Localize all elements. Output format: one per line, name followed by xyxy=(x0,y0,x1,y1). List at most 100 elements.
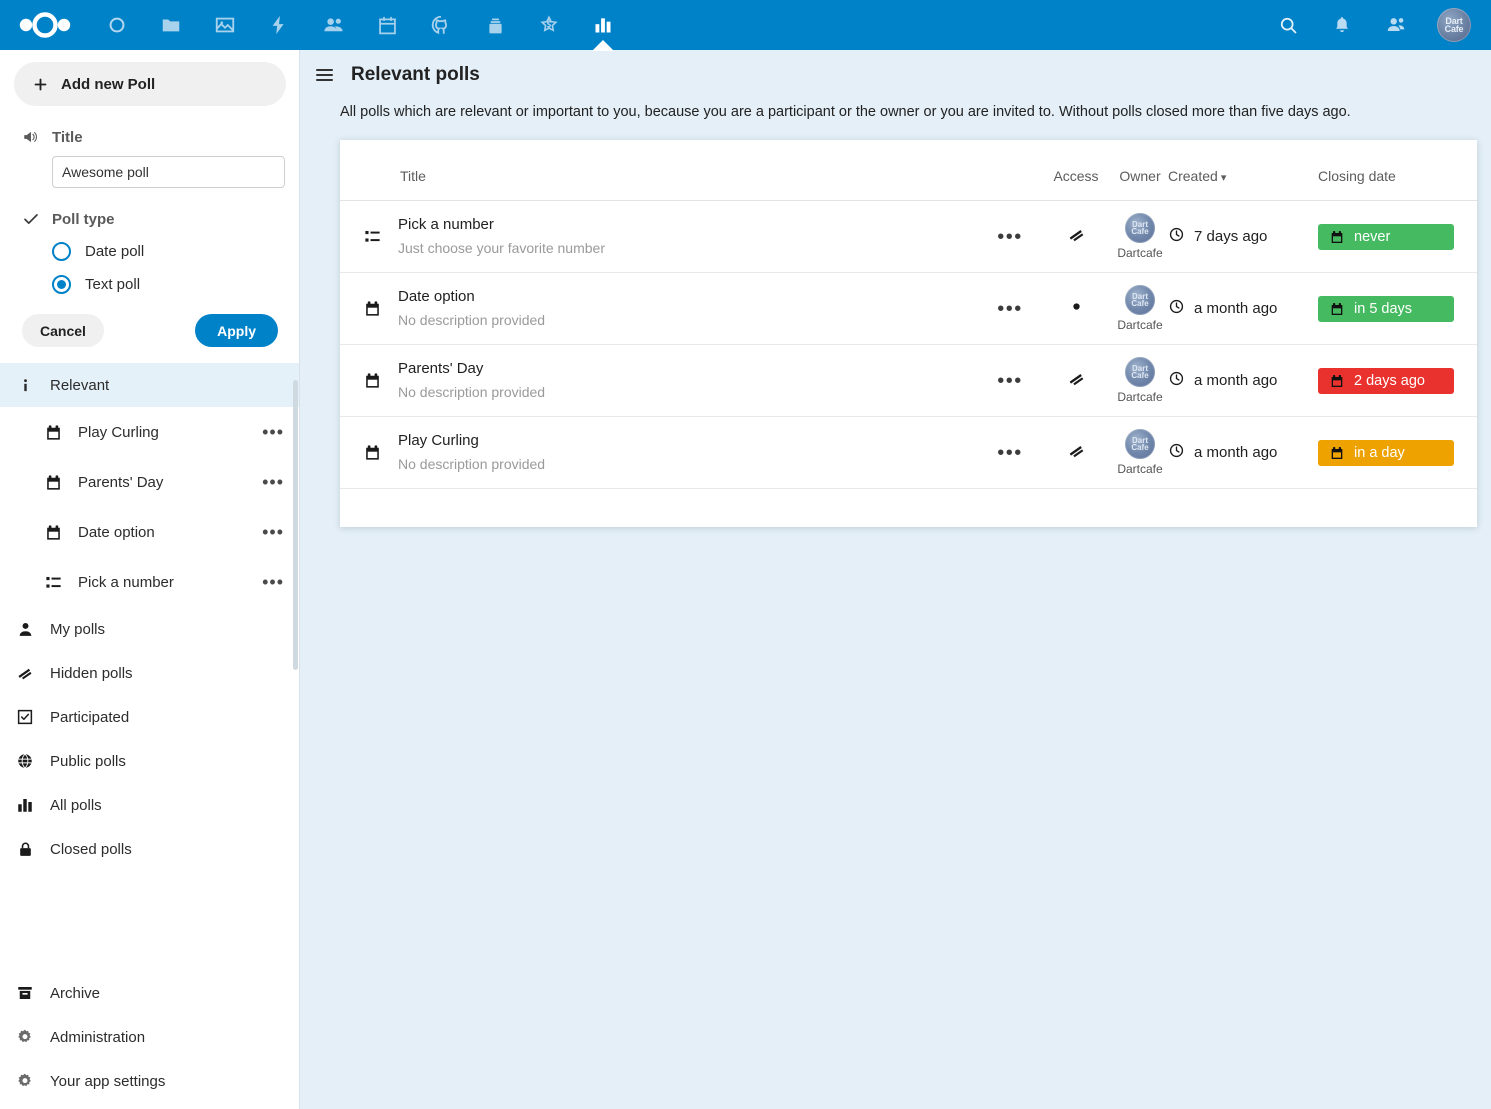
sidebar-poll-menu-button[interactable]: ••• xyxy=(262,528,284,536)
apply-button[interactable]: Apply xyxy=(195,314,278,347)
notifications-bell-icon[interactable] xyxy=(1329,12,1355,38)
poll-title: Play Curling xyxy=(398,430,545,451)
eye-off-icon xyxy=(14,663,36,683)
owner-name: Dartcafe xyxy=(1112,390,1168,404)
sidebar-item-your-app-settings[interactable]: Your app settings xyxy=(0,1059,299,1103)
sidebar-item-label: Closed polls xyxy=(50,841,300,858)
search-icon[interactable] xyxy=(1275,12,1301,38)
header-right-controls: Dart Cafe xyxy=(1275,8,1491,42)
column-header-owner[interactable]: Owner xyxy=(1112,140,1168,201)
sidebar-item-all-polls[interactable]: All polls xyxy=(0,783,300,827)
column-header-title[interactable]: Title xyxy=(340,140,980,201)
sidebar-poll-menu-button[interactable]: ••• xyxy=(262,428,284,436)
radio-date-poll[interactable]: Date poll xyxy=(52,242,278,261)
cell-title: Date option No description provided xyxy=(340,273,980,345)
gear-icon xyxy=(14,1072,36,1090)
table-row[interactable]: Play Curling No description provided ••• xyxy=(340,417,1477,489)
sidebar-item-label: Your app settings xyxy=(50,1073,299,1090)
cell-created: a month ago xyxy=(1168,417,1318,489)
sidebar-poll-play-curling[interactable]: Play Curling ••• xyxy=(0,407,300,457)
cell-access[interactable] xyxy=(1040,345,1112,417)
archive-icon xyxy=(14,984,36,1002)
cancel-button[interactable]: Cancel xyxy=(22,314,104,347)
sidebar-item-archive[interactable]: Archive xyxy=(0,971,299,1015)
column-header-created[interactable]: Created▾ xyxy=(1168,140,1318,201)
app-navigation xyxy=(90,0,630,50)
app-icon-polls[interactable] xyxy=(576,0,630,50)
title-input[interactable] xyxy=(52,156,285,188)
app-icon-files[interactable] xyxy=(144,0,198,50)
sidebar: Add new Poll Title Poll type Date poll T… xyxy=(0,50,300,1109)
calendar-icon xyxy=(1329,229,1345,245)
sidebar-poll-label: Play Curling xyxy=(78,424,248,441)
table-header-row: Title Access Owner Created▾ Closing date xyxy=(340,140,1477,201)
sidebar-poll-label: Date option xyxy=(78,524,248,541)
sidebar-item-relevant[interactable]: Relevant xyxy=(0,363,300,407)
cell-closing-date: never xyxy=(1318,201,1477,273)
avatar: Dart Cafe xyxy=(1125,429,1155,459)
column-header-access[interactable]: Access xyxy=(1040,140,1112,201)
cell-access[interactable] xyxy=(1040,273,1112,345)
avatar[interactable]: Dart Cafe xyxy=(1437,8,1471,42)
poll-description: No description provided xyxy=(398,310,545,331)
add-new-poll-button[interactable]: Add new Poll xyxy=(14,62,286,106)
cell-access[interactable] xyxy=(1040,201,1112,273)
sidebar-item-hidden-polls[interactable]: Hidden polls xyxy=(0,651,300,695)
app-icon-photos[interactable] xyxy=(198,0,252,50)
globe-icon xyxy=(14,752,36,770)
main-content: Relevant polls All polls which are relev… xyxy=(300,50,1491,1109)
nextcloud-logo[interactable] xyxy=(0,12,90,38)
sidebar-poll-pick-a-number[interactable]: Pick a number ••• xyxy=(0,557,300,607)
app-icon-calendar[interactable] xyxy=(360,0,414,50)
radio-text-poll[interactable]: Text poll xyxy=(52,275,278,294)
app-icon-github[interactable] xyxy=(414,0,468,50)
column-header-created-label: Created xyxy=(1168,168,1218,184)
table-row[interactable]: Parents' Day No description provided ••• xyxy=(340,345,1477,417)
table-row[interactable]: Pick a number Just choose your favorite … xyxy=(340,201,1477,273)
poll-title: Pick a number xyxy=(398,214,605,235)
avatar-line2: Cafe xyxy=(1131,228,1148,235)
avatar: Dart Cafe xyxy=(1125,213,1155,243)
calendar-icon xyxy=(42,423,64,442)
sidebar-item-closed-polls[interactable]: Closed polls xyxy=(0,827,300,871)
cell-owner: Dart Cafe Dartcafe xyxy=(1112,417,1168,489)
app-icon-contacts[interactable] xyxy=(306,0,360,50)
cell-title: Play Curling No description provided xyxy=(340,417,980,489)
title-field-label: Title xyxy=(22,128,278,146)
sidebar-item-administration[interactable]: Administration xyxy=(0,1015,299,1059)
sidebar-poll-menu-button[interactable]: ••• xyxy=(262,578,284,586)
sidebar-scrollbar[interactable] xyxy=(293,380,298,670)
avatar: Dart Cafe xyxy=(1125,285,1155,315)
sidebar-poll-date-option[interactable]: Date option ••• xyxy=(0,507,300,557)
sidebar-item-participated[interactable]: Participated xyxy=(0,695,300,739)
row-menu-button[interactable]: ••• xyxy=(980,345,1040,417)
page-description: All polls which are relevant or importan… xyxy=(300,86,1491,120)
calendar-icon xyxy=(1329,301,1345,317)
table-row[interactable]: Date option No description provided ••• xyxy=(340,273,1477,345)
closing-date-text: in a day xyxy=(1354,445,1405,461)
calendar-icon xyxy=(42,473,64,492)
sidebar-poll-label: Parents' Day xyxy=(78,474,248,491)
sidebar-poll-menu-button[interactable]: ••• xyxy=(262,478,284,486)
app-icon-dashboard[interactable] xyxy=(90,0,144,50)
cell-title: Parents' Day No description provided xyxy=(340,345,980,417)
row-menu-button[interactable]: ••• xyxy=(980,273,1040,345)
radio-circle-date-poll xyxy=(52,242,71,261)
list-icon xyxy=(42,573,64,592)
eye-off-icon xyxy=(1066,448,1087,465)
app-icon-cospend[interactable] xyxy=(522,0,576,50)
row-menu-button[interactable]: ••• xyxy=(980,201,1040,273)
app-icon-activity[interactable] xyxy=(252,0,306,50)
calendar-icon xyxy=(1329,373,1345,389)
column-header-closing-date[interactable]: Closing date xyxy=(1318,140,1477,201)
row-menu-button[interactable]: ••• xyxy=(980,417,1040,489)
sidebar-item-public-polls[interactable]: Public polls xyxy=(0,739,300,783)
poll-description: No description provided xyxy=(398,382,545,403)
cell-access[interactable] xyxy=(1040,417,1112,489)
sidebar-item-my-polls[interactable]: My polls xyxy=(0,607,300,651)
contacts-menu-icon[interactable] xyxy=(1383,12,1409,38)
hamburger-icon[interactable] xyxy=(316,69,333,81)
app-header: Dart Cafe xyxy=(0,0,1491,50)
app-icon-deck[interactable] xyxy=(468,0,522,50)
sidebar-poll-parents-day[interactable]: Parents' Day ••• xyxy=(0,457,300,507)
